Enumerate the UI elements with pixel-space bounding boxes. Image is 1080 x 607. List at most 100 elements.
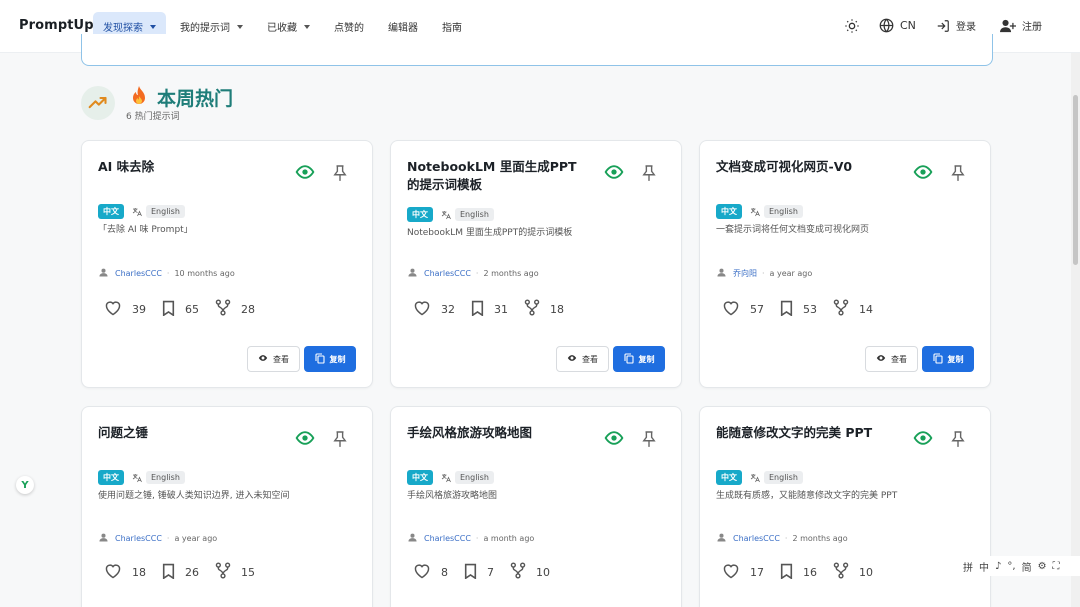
- heart-icon: [722, 563, 750, 582]
- copy-icon: [932, 352, 948, 366]
- bookmark-button[interactable]: 65: [162, 300, 199, 319]
- ime-item[interactable]: 中: [979, 559, 989, 574]
- ime-item[interactable]: 简: [1022, 559, 1032, 574]
- prompt-card[interactable]: 问题之锤 中文 English 使用问题之锤, 锤破人类知识边界, 进入未知空间…: [81, 406, 373, 607]
- like-button[interactable]: 57: [722, 300, 764, 319]
- ime-item[interactable]: ⚙: [1038, 561, 1047, 572]
- fork-button[interactable]: 28: [215, 299, 255, 319]
- preview-eye-icon[interactable]: [604, 430, 624, 449]
- card-title[interactable]: 文档变成可视化网页-V0: [716, 158, 896, 176]
- register-button[interactable]: 注册: [1000, 18, 1042, 33]
- bookmark-count: 65: [185, 302, 199, 316]
- add-user-icon: [1000, 19, 1016, 32]
- time-ago: 10 months ago: [174, 269, 235, 278]
- tag-english: English: [146, 205, 185, 218]
- like-button[interactable]: 8: [413, 563, 448, 582]
- card-author-row: CharlesCCC · a month ago: [408, 533, 534, 544]
- prompt-card[interactable]: NotebookLM 里面生成PPT的提示词模板 中文 English Note…: [390, 140, 682, 388]
- language-tags: 中文 English: [716, 202, 803, 221]
- sun-icon: [845, 19, 859, 33]
- like-button[interactable]: 17: [722, 563, 764, 582]
- pin-icon[interactable]: [333, 164, 347, 186]
- author-name[interactable]: CharlesCCC: [424, 269, 471, 278]
- brand-logo[interactable]: PromptUp: [19, 18, 94, 33]
- user-icon: [717, 533, 726, 544]
- copy-button[interactable]: 复制: [922, 346, 974, 372]
- pin-icon[interactable]: [642, 430, 656, 452]
- tag-chinese: 中文: [98, 204, 124, 219]
- bookmark-button[interactable]: 7: [464, 563, 494, 582]
- card-title[interactable]: AI 味去除: [98, 158, 278, 176]
- fork-button[interactable]: 14: [833, 299, 873, 319]
- scrollbar-thumb[interactable]: [1073, 95, 1078, 265]
- card-title[interactable]: 能随意修改文字的完美 PPT: [716, 424, 896, 442]
- prompt-card[interactable]: 能随意修改文字的完美 PPT 中文 English 生成既有质感，又能随意修改文…: [699, 406, 991, 607]
- floating-assistant-logo[interactable]: Y: [16, 476, 34, 494]
- bookmark-icon: [780, 300, 803, 319]
- ime-item[interactable]: °,: [1007, 561, 1015, 572]
- bookmark-button[interactable]: 53: [780, 300, 817, 319]
- theme-toggle-button[interactable]: [844, 18, 860, 34]
- like-button[interactable]: 32: [413, 300, 455, 319]
- prompt-card[interactable]: 手绘风格旅游攻略地图 中文 English 手绘风格旅游攻略地图 Charles…: [390, 406, 682, 607]
- pin-icon[interactable]: [642, 164, 656, 186]
- pin-icon[interactable]: [333, 430, 347, 452]
- like-count: 17: [750, 565, 764, 579]
- fork-button[interactable]: 18: [524, 299, 564, 319]
- bookmark-button[interactable]: 26: [162, 563, 199, 582]
- card-title[interactable]: NotebookLM 里面生成PPT的提示词模板: [407, 158, 587, 194]
- author-name[interactable]: CharlesCCC: [115, 269, 162, 278]
- fork-button[interactable]: 10: [510, 562, 550, 582]
- language-label: CN: [900, 19, 916, 32]
- tag-english: English: [764, 205, 803, 218]
- prompt-card[interactable]: AI 味去除 中文 English 「去除 AI 味 Prompt」 Charl…: [81, 140, 373, 388]
- pin-icon[interactable]: [951, 430, 965, 452]
- eye-icon: [258, 354, 273, 364]
- section-title: 本周热门: [157, 88, 234, 110]
- copy-button[interactable]: 复制: [613, 346, 665, 372]
- prompt-card[interactable]: 文档变成可视化网页-V0 中文 English 一套提示词将任何文档变成可视化网…: [699, 140, 991, 388]
- tag-chinese: 中文: [407, 470, 433, 485]
- ime-item[interactable]: ♪: [995, 561, 1001, 572]
- tag-english: English: [764, 471, 803, 484]
- bookmark-button[interactable]: 16: [780, 563, 817, 582]
- card-description: 手绘风格旅游攻略地图: [407, 491, 498, 501]
- bookmark-button[interactable]: 31: [471, 300, 508, 319]
- card-title[interactable]: 问题之锤: [98, 424, 278, 442]
- fork-count: 15: [241, 565, 255, 579]
- copy-icon: [314, 352, 330, 366]
- preview-eye-icon[interactable]: [604, 164, 624, 183]
- author-name[interactable]: 乔向阳: [733, 268, 757, 279]
- view-button[interactable]: 查看: [865, 346, 918, 372]
- card-title[interactable]: 手绘风格旅游攻略地图: [407, 424, 587, 442]
- preview-eye-icon[interactable]: [295, 164, 315, 183]
- ime-item[interactable]: 拼: [963, 559, 973, 574]
- language-switch[interactable]: CN: [879, 18, 916, 33]
- heart-icon: [722, 300, 750, 319]
- ime-item[interactable]: ⛶: [1053, 561, 1060, 572]
- view-button[interactable]: 查看: [247, 346, 300, 372]
- card-description: 一套提示词将任何文档变成可视化网页: [716, 225, 870, 235]
- like-button[interactable]: 39: [104, 300, 146, 319]
- tag-chinese: 中文: [716, 204, 742, 219]
- bookmark-count: 7: [487, 565, 494, 579]
- login-button[interactable]: 登录: [936, 18, 976, 33]
- card-author-row: CharlesCCC · 2 months ago: [408, 268, 539, 279]
- nav-discover-label: 发现探索: [103, 23, 143, 34]
- author-name[interactable]: CharlesCCC: [733, 534, 780, 543]
- author-name[interactable]: CharlesCCC: [115, 534, 162, 543]
- fork-count: 10: [536, 565, 550, 579]
- pin-icon[interactable]: [951, 164, 965, 186]
- login-icon: [937, 19, 949, 32]
- author-name[interactable]: CharlesCCC: [424, 534, 471, 543]
- translate-icon: [441, 468, 451, 487]
- preview-eye-icon[interactable]: [913, 164, 933, 183]
- preview-eye-icon[interactable]: [295, 430, 315, 449]
- like-button[interactable]: 18: [104, 563, 146, 582]
- preview-eye-icon[interactable]: [913, 430, 933, 449]
- copy-button[interactable]: 复制: [304, 346, 356, 372]
- fork-button[interactable]: 15: [215, 562, 255, 582]
- card-author-row: CharlesCCC · 10 months ago: [99, 268, 235, 279]
- fork-button[interactable]: 10: [833, 562, 873, 582]
- view-button[interactable]: 查看: [556, 346, 609, 372]
